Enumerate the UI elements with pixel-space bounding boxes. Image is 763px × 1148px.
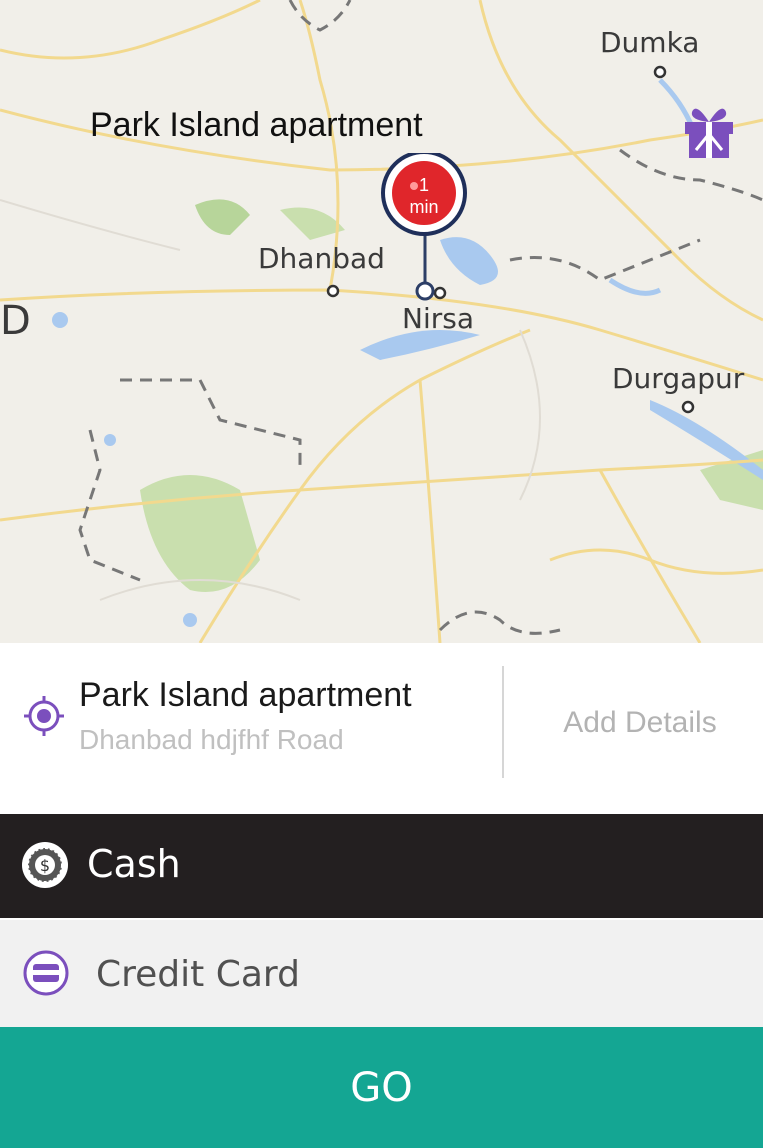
map-label-dhanbad: Dhanbad [258, 242, 385, 275]
pickup-address-subtitle: Dhanbad hdjfhf Road [79, 724, 344, 755]
eta-unit: min [409, 197, 438, 217]
cash-label: Cash [87, 842, 181, 886]
cash-icon: $ [20, 840, 70, 890]
eta-pin[interactable]: 1 min [380, 150, 470, 303]
address-divider [502, 666, 504, 778]
svg-text:$: $ [40, 856, 50, 875]
map-view[interactable]: Dumka Dhanbad Nirsa Durgapur D Park Isla… [0, 0, 763, 643]
map-label-nirsa: Nirsa [402, 302, 474, 335]
go-button[interactable]: GO [0, 1027, 763, 1148]
location-target-icon [22, 694, 66, 738]
pin-location-title: Park Island apartment [90, 106, 423, 144]
map-label-dumka: Dumka [600, 26, 700, 59]
map-background [0, 0, 763, 643]
map-label-d: D [0, 298, 31, 344]
credit-card-label: Credit Card [96, 954, 300, 995]
eta-value: 1 [419, 175, 429, 195]
add-details-button[interactable]: Add Details [540, 706, 740, 740]
gift-icon[interactable] [682, 100, 736, 160]
map-label-durgapur: Durgapur [612, 362, 745, 395]
credit-card-icon [22, 949, 70, 997]
pickup-address-title[interactable]: Park Island apartment [79, 676, 412, 715]
